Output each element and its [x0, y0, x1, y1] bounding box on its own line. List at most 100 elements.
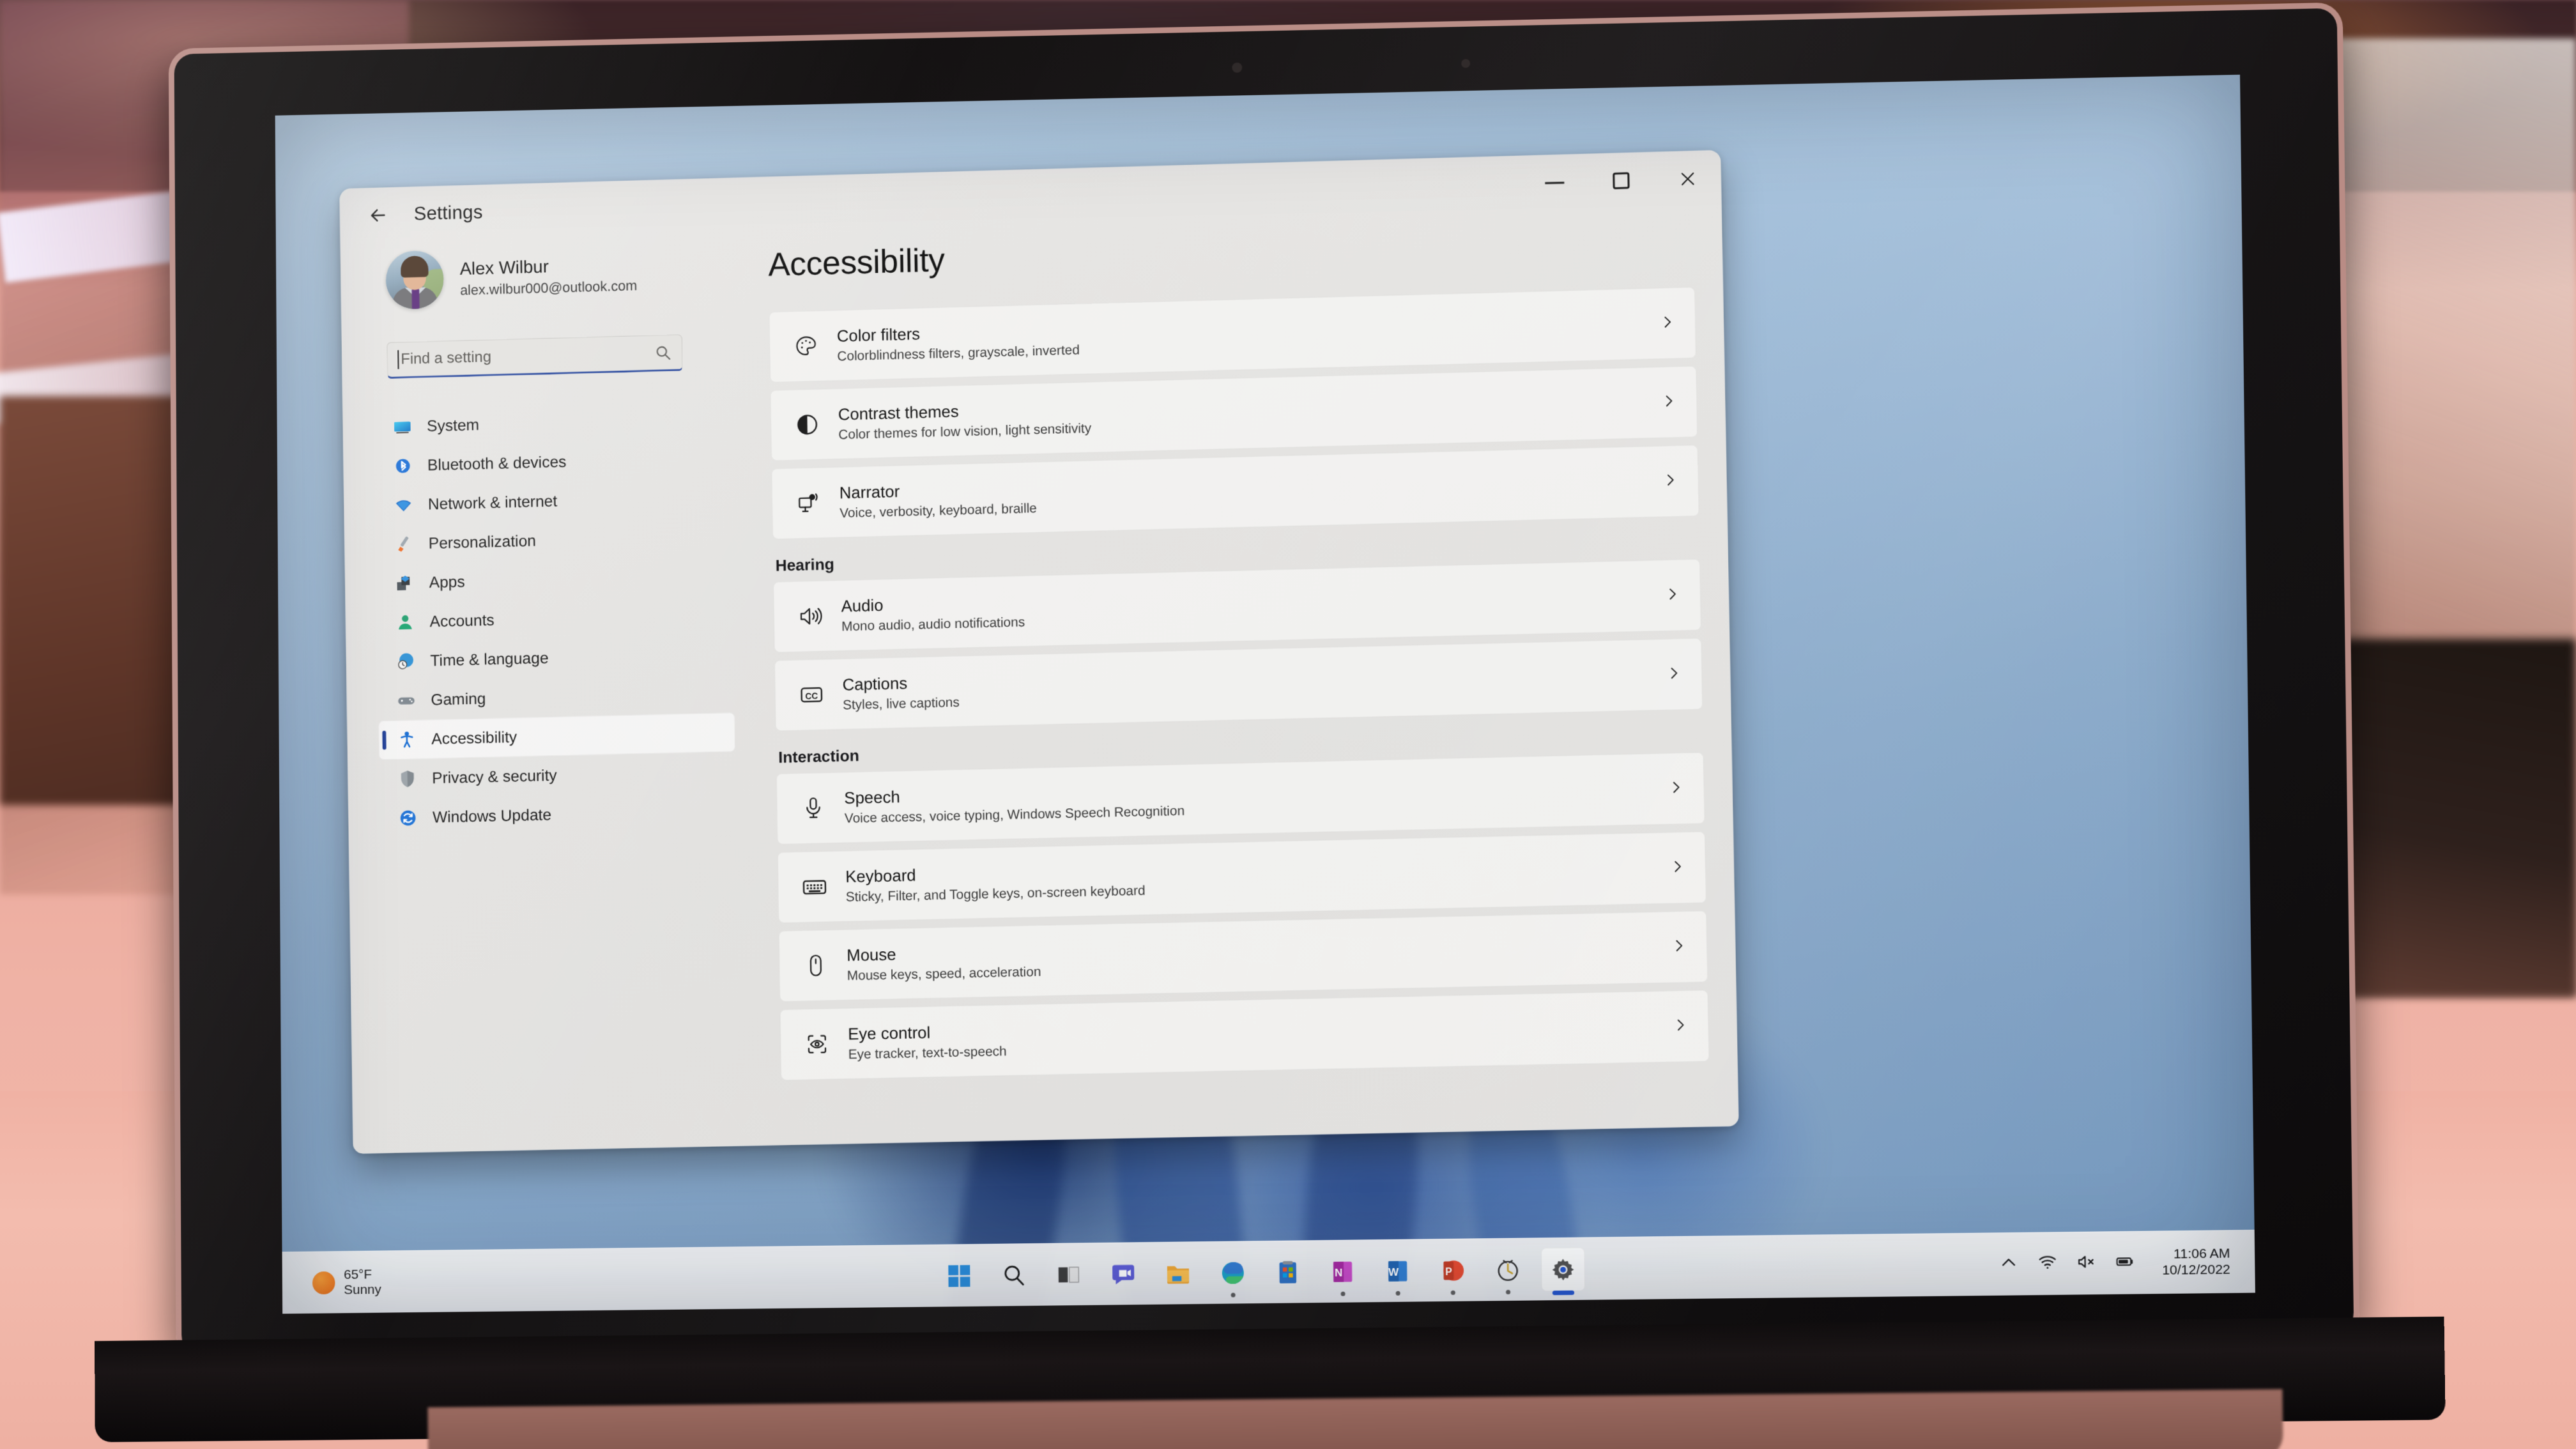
chevron-right-icon: [1672, 1016, 1689, 1037]
card-title: Contrast themes: [838, 401, 959, 424]
chevron-right-icon: [1671, 937, 1688, 958]
closed-caption-icon: CC: [797, 680, 826, 710]
weather-widget[interactable]: 65°F Sunny: [312, 1267, 381, 1298]
card-mouse[interactable]: Mouse Mouse keys, speed, acceleration: [778, 910, 1708, 1002]
chevron-right-icon: [1669, 858, 1686, 878]
taskbar-search-button[interactable]: [992, 1254, 1036, 1298]
chevron-right-icon: [1662, 471, 1679, 491]
taskbar-word-button[interactable]: W: [1376, 1249, 1420, 1296]
chevron-right-icon: [1659, 313, 1676, 334]
account-header[interactable]: Alex Wilbur alex.wilbur000@outlook.com: [346, 233, 743, 310]
maximize-button[interactable]: [1588, 152, 1655, 210]
tray-overflow-button[interactable]: [1999, 1253, 2019, 1276]
weather-temperature: 65°F: [344, 1267, 372, 1282]
eye-control-icon: [802, 1029, 832, 1059]
sidebar-item-label: Gaming: [431, 689, 486, 709]
sidebar: Alex Wilbur alex.wilbur000@outlook.com F…: [341, 233, 757, 1154]
taskbar-file-explorer-button[interactable]: [1156, 1252, 1200, 1296]
microphone-icon: [799, 793, 828, 824]
wifi-icon: [393, 494, 415, 516]
close-icon: [1682, 172, 1695, 186]
tray-volume-button[interactable]: [2076, 1252, 2096, 1275]
svg-text:N: N: [1335, 1266, 1343, 1278]
speaker-muted-icon: [2076, 1252, 2096, 1272]
card-narrator[interactable]: Narrator Voice, verbosity, keyboard, bra…: [771, 445, 1699, 540]
shield-icon: [397, 768, 418, 790]
accessibility-person-icon: [396, 729, 418, 751]
chevron-right-icon: [1667, 779, 1685, 799]
card-audio[interactable]: Audio Mono audio, audio notifications: [773, 558, 1701, 653]
settings-gear-icon: [1552, 1258, 1574, 1280]
system-tray: 11:06 AM 10/12/2022: [1998, 1246, 2230, 1280]
speaker-icon: [795, 601, 825, 631]
card-description: Mouse keys, speed, acceleration: [847, 964, 1041, 984]
card-description: Color themes for low vision, light sensi…: [838, 421, 1092, 443]
taskbar-start-button[interactable]: [937, 1254, 981, 1297]
card-keyboard[interactable]: Keyboard Sticky, Filter, and Toggle keys…: [777, 831, 1706, 923]
card-description: Sticky, Filter, and Toggle keys, on-scre…: [845, 883, 1146, 905]
sidebar-item-label: Accounts: [429, 611, 494, 631]
taskbar-microsoft-store-button[interactable]: [1266, 1250, 1310, 1294]
laptop-screen: Settings Alex Wilbur alex.wilbur000@outl…: [275, 74, 2255, 1314]
battery-charging-icon: [2115, 1252, 2135, 1271]
tray-network-button[interactable]: [2037, 1252, 2057, 1275]
card-contrast-themes[interactable]: Contrast themes Color themes for low vis…: [770, 365, 1698, 461]
card-title: Color filters: [836, 324, 921, 346]
running-indicator: [1340, 1291, 1346, 1296]
main-pane: Accessibility Color filters Colorblindne…: [742, 206, 1739, 1146]
search-placeholder: Find a setting: [401, 348, 492, 368]
powerpoint-icon: P: [1443, 1260, 1464, 1281]
card-color-filters[interactable]: Color filters Colorblindness filters, gr…: [769, 287, 1696, 383]
card-title: Keyboard: [845, 865, 916, 886]
windows-start-icon: [948, 1264, 970, 1287]
clock-globe-icon: [395, 650, 417, 672]
taskbar-edge-button[interactable]: [1211, 1251, 1255, 1298]
minimize-icon: [1545, 181, 1565, 184]
card-title: Narrator: [839, 481, 900, 502]
laptop: Settings Alex Wilbur alex.wilbur000@outl…: [94, 2, 2446, 1449]
weather-condition: Sunny: [344, 1282, 381, 1298]
paintbrush-icon: [394, 533, 415, 555]
card-eye-control[interactable]: Eye control Eye tracker, text-to-speech: [779, 990, 1710, 1081]
sidebar-item-label: Accessibility: [431, 728, 518, 748]
taskbar-onenote-button[interactable]: N: [1321, 1250, 1365, 1296]
card-title: Mouse: [847, 944, 896, 965]
window-controls: [1521, 150, 1722, 211]
sidebar-item-label: Time & language: [430, 648, 549, 670]
card-title: Audio: [841, 595, 884, 616]
taskbar-task-view-button[interactable]: [1046, 1253, 1090, 1297]
search-input[interactable]: Find a setting: [387, 334, 683, 379]
file-explorer-icon: [1167, 1266, 1190, 1284]
wifi-icon: [2037, 1252, 2057, 1269]
chevron-right-icon: [1666, 664, 1683, 685]
sidebar-item-label: Personalization: [428, 532, 537, 553]
card-title: Speech: [844, 786, 900, 808]
taskbar-settings-button[interactable]: [1541, 1247, 1586, 1295]
back-button[interactable]: [358, 197, 398, 234]
card-captions[interactable]: CC Captions Styles, live captions: [774, 638, 1703, 732]
close-button[interactable]: [1654, 150, 1722, 208]
person-icon: [394, 611, 416, 633]
sidebar-item-label: Apps: [429, 572, 465, 592]
card-speech[interactable]: Speech Voice access, voice typing, Windo…: [776, 752, 1705, 845]
back-arrow-icon: [367, 204, 389, 226]
card-description: Voice access, voice typing, Windows Spee…: [844, 803, 1185, 826]
sidebar-item-label: Bluetooth & devices: [427, 452, 567, 474]
taskbar-clock-button[interactable]: [1486, 1248, 1530, 1294]
sidebar-item-windows-update[interactable]: Windows Update: [379, 791, 737, 838]
minimize-button[interactable]: [1521, 154, 1589, 211]
keyboard-icon: [800, 872, 829, 902]
card-description: Eye tracker, text-to-speech: [848, 1044, 1007, 1062]
search-icon: [1000, 1262, 1027, 1289]
account-name: Alex Wilbur: [459, 256, 549, 279]
monitor-icon: [392, 416, 413, 438]
window-body: Alex Wilbur alex.wilbur000@outlook.com F…: [341, 206, 1739, 1154]
tray-battery-button[interactable]: [2115, 1252, 2135, 1275]
clock-widget[interactable]: 11:06 AM 10/12/2022: [2162, 1246, 2230, 1278]
maximize-icon: [1613, 172, 1630, 190]
taskbar-chat-button[interactable]: [1101, 1252, 1145, 1296]
taskbar-powerpoint-button[interactable]: P: [1431, 1248, 1475, 1295]
running-indicator: [1230, 1292, 1236, 1298]
svg-text:P: P: [1445, 1266, 1452, 1277]
clock-time: 11:06 AM: [2173, 1246, 2230, 1262]
